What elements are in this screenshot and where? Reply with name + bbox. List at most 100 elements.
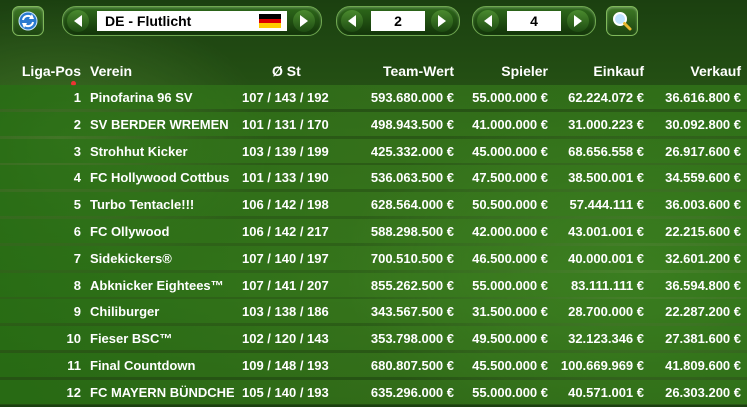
col-verein[interactable]: Verein bbox=[90, 63, 132, 79]
season-next-button[interactable] bbox=[431, 10, 453, 32]
season-selector: 2 bbox=[336, 6, 460, 36]
cell-player-value: 55.000.000 € bbox=[472, 384, 548, 400]
cell-purchases: 32.123.346 € bbox=[568, 331, 644, 347]
table-row[interactable]: 3 Strohhut Kicker 103 / 139 / 199 425.332.0… bbox=[0, 138, 747, 163]
cell-purchases: 68.656.558 € bbox=[568, 143, 644, 159]
toolbar: DE - Flutlicht 2 4 bbox=[0, 0, 747, 42]
table-row[interactable]: 4 FC Hollywood Cottbus 101 / 133 / 190 536.… bbox=[0, 165, 747, 190]
arrow-left-icon bbox=[74, 15, 82, 27]
cell-avg-strength: 107 / 141 / 207 bbox=[242, 277, 329, 293]
cell-avg-strength: 101 / 131 / 170 bbox=[242, 116, 329, 132]
league-prev-button[interactable] bbox=[67, 10, 89, 32]
arrow-right-icon bbox=[574, 15, 582, 27]
table-row[interactable]: 11 Final Countdown 109 / 148 / 193 680.807.… bbox=[0, 352, 747, 377]
cell-player-value: 41.000.000 € bbox=[472, 116, 548, 132]
table-row[interactable]: 7 Sidekickers® 107 / 140 / 197 700.510.500 … bbox=[0, 245, 747, 270]
cell-club-name: FC Hollywood Cottbus bbox=[90, 170, 230, 186]
cell-avg-strength: 109 / 148 / 193 bbox=[242, 357, 329, 373]
cell-sales: 22.287.200 € bbox=[665, 304, 741, 320]
table-row[interactable]: 6 FC Ollywood 106 / 142 / 217 588.298.500 €… bbox=[0, 218, 747, 243]
cell-sales: 36.616.800 € bbox=[665, 90, 741, 105]
cell-sales: 36.003.600 € bbox=[665, 197, 741, 213]
cell-position: 4 bbox=[73, 170, 81, 186]
league-name: DE - Flutlicht bbox=[105, 13, 192, 29]
league-selector: DE - Flutlicht bbox=[62, 6, 322, 36]
cell-position: 8 bbox=[73, 277, 81, 293]
arrow-right-icon bbox=[438, 15, 446, 27]
cell-team-value: 498.943.500 € bbox=[370, 116, 454, 132]
cell-team-value: 425.332.000 € bbox=[370, 143, 454, 159]
cell-player-value: 50.500.000 € bbox=[472, 197, 548, 213]
cell-club-name: Strohhut Kicker bbox=[90, 143, 188, 159]
cell-team-value: 628.564.000 € bbox=[370, 197, 454, 213]
cell-position: 1 bbox=[73, 90, 81, 105]
table-row[interactable]: 8 Abknicker Eightees™ 107 / 141 / 207 855.2… bbox=[0, 272, 747, 297]
matchday-value: 4 bbox=[530, 13, 538, 29]
table-row[interactable]: 10 Fieser BSC™ 102 / 120 / 143 353.798.000 … bbox=[0, 326, 747, 351]
col-spieler[interactable]: Spieler bbox=[501, 63, 548, 79]
cell-team-value: 855.262.500 € bbox=[370, 277, 454, 293]
refresh-icon bbox=[18, 11, 38, 31]
cell-avg-strength: 102 / 120 / 143 bbox=[242, 331, 329, 347]
cell-position: 7 bbox=[73, 250, 81, 266]
cell-sales: 26.917.600 € bbox=[665, 143, 741, 159]
cell-player-value: 46.500.000 € bbox=[472, 250, 548, 266]
cell-player-value: 42.000.000 € bbox=[472, 223, 548, 239]
search-button[interactable] bbox=[606, 6, 638, 36]
season-prev-button[interactable] bbox=[341, 10, 363, 32]
table-row[interactable]: 2 SV BERDER WREMEN 101 / 131 / 170 498.943.… bbox=[0, 111, 747, 136]
cell-sales: 32.601.200 € bbox=[665, 250, 741, 266]
cell-avg-strength: 105 / 140 / 193 bbox=[242, 384, 329, 400]
cell-sales: 30.092.800 € bbox=[665, 116, 741, 132]
cell-player-value: 45.500.000 € bbox=[472, 357, 548, 373]
cell-team-value: 680.807.500 € bbox=[370, 357, 454, 373]
cell-position: 10 bbox=[66, 331, 81, 347]
league-field[interactable]: DE - Flutlicht bbox=[97, 11, 287, 31]
table-row[interactable]: 9 Chiliburger 103 / 138 / 186 343.567.500 €… bbox=[0, 299, 747, 324]
cell-position: 9 bbox=[73, 304, 81, 320]
cell-club-name: Turbo Tentacle!!! bbox=[90, 197, 195, 213]
cell-purchases: 57.444.111 € bbox=[569, 197, 644, 213]
cell-team-value: 588.298.500 € bbox=[370, 223, 454, 239]
cell-sales: 26.303.200 € bbox=[665, 384, 741, 400]
cell-purchases: 28.700.000 € bbox=[568, 304, 644, 320]
col-avg-strength[interactable]: Ø St bbox=[272, 63, 301, 79]
col-liga-pos[interactable]: Liga-Pos bbox=[22, 63, 81, 79]
cell-player-value: 31.500.000 € bbox=[472, 304, 548, 320]
matchday-next-button[interactable] bbox=[567, 10, 589, 32]
cell-club-name: Abknicker Eightees™ bbox=[90, 277, 224, 293]
cell-avg-strength: 101 / 133 / 190 bbox=[242, 170, 329, 186]
cell-player-value: 47.500.000 € bbox=[472, 170, 548, 186]
cell-purchases: 43.001.001 € bbox=[568, 223, 644, 239]
cell-club-name: Sidekickers® bbox=[90, 250, 172, 266]
matchday-prev-button[interactable] bbox=[477, 10, 499, 32]
league-next-button[interactable] bbox=[293, 10, 315, 32]
standings-table: 1 Pinofarina 96 SV 107 / 143 / 192 593.680.… bbox=[0, 85, 747, 407]
cell-position: 3 bbox=[73, 143, 81, 159]
table-header: Liga-Pos Verein Ø St Team-Wert Spieler E… bbox=[0, 61, 747, 86]
germany-flag-icon bbox=[259, 14, 281, 28]
cell-club-name: FC MAYERN BÜNDCHEN bbox=[90, 384, 234, 400]
cell-sales: 22.215.600 € bbox=[665, 223, 741, 239]
cell-avg-strength: 103 / 138 / 186 bbox=[242, 304, 329, 320]
cell-team-value: 635.296.000 € bbox=[370, 384, 454, 400]
cell-position: 5 bbox=[73, 197, 81, 213]
table-row[interactable]: 1 Pinofarina 96 SV 107 / 143 / 192 593.680.… bbox=[0, 85, 747, 109]
table-row[interactable]: 5 Turbo Tentacle!!! 106 / 142 / 198 628.564… bbox=[0, 192, 747, 217]
col-einkauf[interactable]: Einkauf bbox=[593, 63, 644, 79]
col-verkauf[interactable]: Verkauf bbox=[690, 63, 741, 79]
season-field[interactable]: 2 bbox=[371, 11, 425, 31]
matchday-field[interactable]: 4 bbox=[507, 11, 561, 31]
cell-club-name: SV BERDER WREMEN bbox=[90, 116, 229, 132]
season-value: 2 bbox=[394, 13, 402, 29]
cell-avg-strength: 106 / 142 / 198 bbox=[242, 197, 329, 213]
refresh-button[interactable] bbox=[12, 6, 44, 36]
col-team-wert[interactable]: Team-Wert bbox=[383, 63, 454, 79]
cell-club-name: Chiliburger bbox=[90, 304, 160, 320]
table-row[interactable]: 12 FC MAYERN BÜNDCHEN 105 / 140 / 193 635.2… bbox=[0, 379, 747, 404]
cell-player-value: 49.500.000 € bbox=[472, 331, 548, 347]
cell-club-name: FC Ollywood bbox=[90, 223, 170, 239]
cell-position: 2 bbox=[73, 116, 81, 132]
cell-team-value: 536.063.500 € bbox=[370, 170, 454, 186]
cell-team-value: 353.798.000 € bbox=[370, 331, 454, 347]
